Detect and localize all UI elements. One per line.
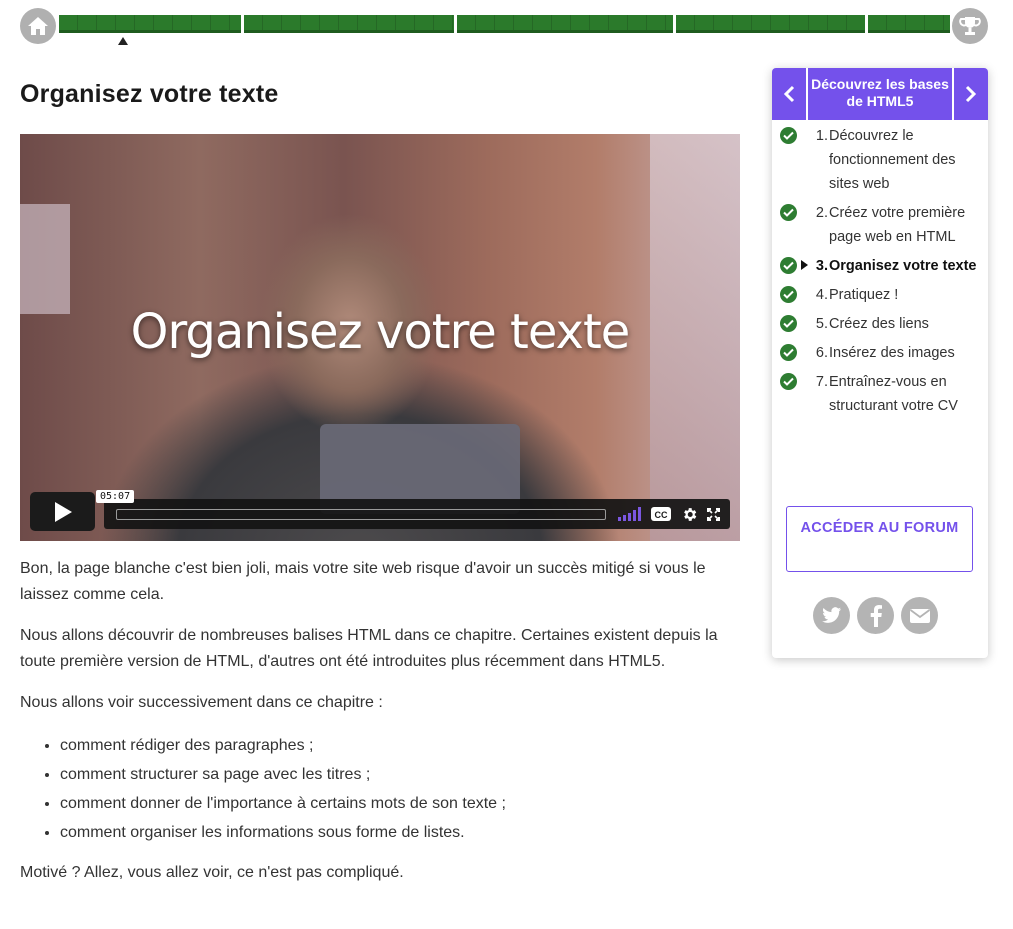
chapter-item-6[interactable]: 6. Insérez des images	[772, 341, 988, 365]
trophy-icon	[959, 17, 981, 35]
video-controls: CC	[104, 499, 730, 529]
course-progress-bar	[20, 8, 988, 45]
play-icon	[54, 501, 72, 522]
check-icon	[780, 127, 797, 144]
previous-part-button[interactable]	[772, 68, 808, 120]
closed-captions-icon[interactable]: CC	[650, 506, 672, 522]
progress-segment-4[interactable]	[676, 15, 865, 33]
svg-text:CC: CC	[655, 510, 668, 520]
chapter-item-4[interactable]: 4. Pratiquez !	[772, 283, 988, 307]
check-icon	[780, 344, 797, 361]
chapter-topics-list: comment rédiger des paragraphes ; commen…	[60, 731, 740, 847]
course-sidebar: Découvrez les bases de HTML5 1. Découvre…	[772, 68, 988, 658]
progress-segment-2[interactable]	[244, 15, 454, 33]
chapter-label: Insérez des images	[829, 345, 955, 361]
video-overlay-title: Organisez votre texte	[130, 304, 631, 360]
current-position-marker	[118, 37, 128, 45]
list-item: comment structurer sa page avec les titr…	[60, 760, 740, 789]
check-icon	[780, 257, 797, 274]
current-chapter-arrow-icon	[801, 260, 808, 270]
facebook-icon	[870, 604, 882, 627]
check-icon	[780, 204, 797, 221]
sidebar-header: Découvrez les bases de HTML5	[772, 68, 988, 120]
chapter-number: 4.	[815, 287, 828, 303]
chapter-item-7[interactable]: 7. Entraînez-vous en structurant votre C…	[772, 370, 988, 418]
home-button[interactable]	[20, 8, 56, 44]
share-mail-button[interactable]	[901, 597, 938, 634]
share-twitter-button[interactable]	[813, 597, 850, 634]
seek-bar[interactable]	[116, 509, 606, 520]
progress-segment-5[interactable]	[868, 15, 950, 33]
check-icon	[780, 315, 797, 332]
share-facebook-button[interactable]	[857, 597, 894, 634]
chapter-label: Créez votre première page web en HTML	[829, 205, 966, 245]
video-player[interactable]: Organisez votre texte CC 05:07	[20, 134, 740, 541]
fullscreen-icon[interactable]	[706, 506, 720, 522]
chapter-number: 3.	[815, 258, 828, 274]
paragraph: Motivé ? Allez, vous allez voir, ce n'es…	[20, 864, 404, 881]
volume-icon[interactable]	[618, 507, 642, 521]
check-icon	[780, 286, 797, 303]
course-part-title: Découvrez les bases de HTML5	[811, 76, 949, 109]
progress-segment-3[interactable]	[457, 15, 673, 33]
video-time: 05:07	[96, 490, 135, 503]
progress-segment-1[interactable]	[59, 15, 241, 33]
next-part-button[interactable]	[952, 68, 988, 120]
chevron-left-icon	[783, 85, 795, 103]
list-item: comment donner de l'importance à certain…	[60, 789, 740, 818]
chapter-number: 1.	[815, 128, 828, 144]
chapter-label: Découvrez le fonctionnement des sites we…	[829, 128, 956, 192]
check-icon	[780, 373, 797, 390]
chapter-item-2[interactable]: 2. Créez votre première page web en HTML	[772, 201, 988, 249]
paragraph: Bon, la page blanche c'est bien joli, ma…	[20, 560, 706, 603]
chapter-item-3[interactable]: 3. Organisez votre texte	[772, 254, 988, 278]
chapter-number: 6.	[815, 345, 828, 361]
home-icon	[28, 17, 48, 35]
twitter-icon	[821, 607, 841, 623]
chapter-number: 7.	[815, 374, 828, 390]
forum-button[interactable]: ACCÉDER AU FORUM	[786, 506, 973, 572]
mail-icon	[909, 608, 930, 623]
play-button[interactable]	[30, 492, 95, 531]
chevron-right-icon	[965, 85, 977, 103]
list-item: comment rédiger des paragraphes ;	[60, 731, 740, 760]
article-body: Bon, la page blanche c'est bien joli, ma…	[20, 556, 740, 901]
paragraph: Nous allons voir successivement dans ce …	[20, 694, 383, 711]
paragraph: Nous allons découvrir de nombreuses bali…	[20, 627, 718, 670]
chapter-label: Entraînez-vous en structurant votre CV	[829, 374, 958, 414]
chapter-list: 1. Découvrez le fonctionnement des sites…	[772, 124, 988, 423]
chapter-label: Organisez votre texte	[829, 258, 977, 274]
trophy-button[interactable]	[952, 8, 988, 44]
chapter-label: Créez des liens	[829, 316, 929, 332]
chapter-item-5[interactable]: 5. Créez des liens	[772, 312, 988, 336]
settings-gear-icon[interactable]	[680, 506, 698, 522]
chapter-number: 2.	[815, 205, 828, 221]
page-title: Organisez votre texte	[20, 80, 279, 108]
list-item: comment organiser les informations sous …	[60, 818, 740, 847]
chapter-number: 5.	[815, 316, 828, 332]
chapter-label: Pratiquez !	[829, 287, 899, 303]
chapter-item-1[interactable]: 1. Découvrez le fonctionnement des sites…	[772, 124, 988, 196]
